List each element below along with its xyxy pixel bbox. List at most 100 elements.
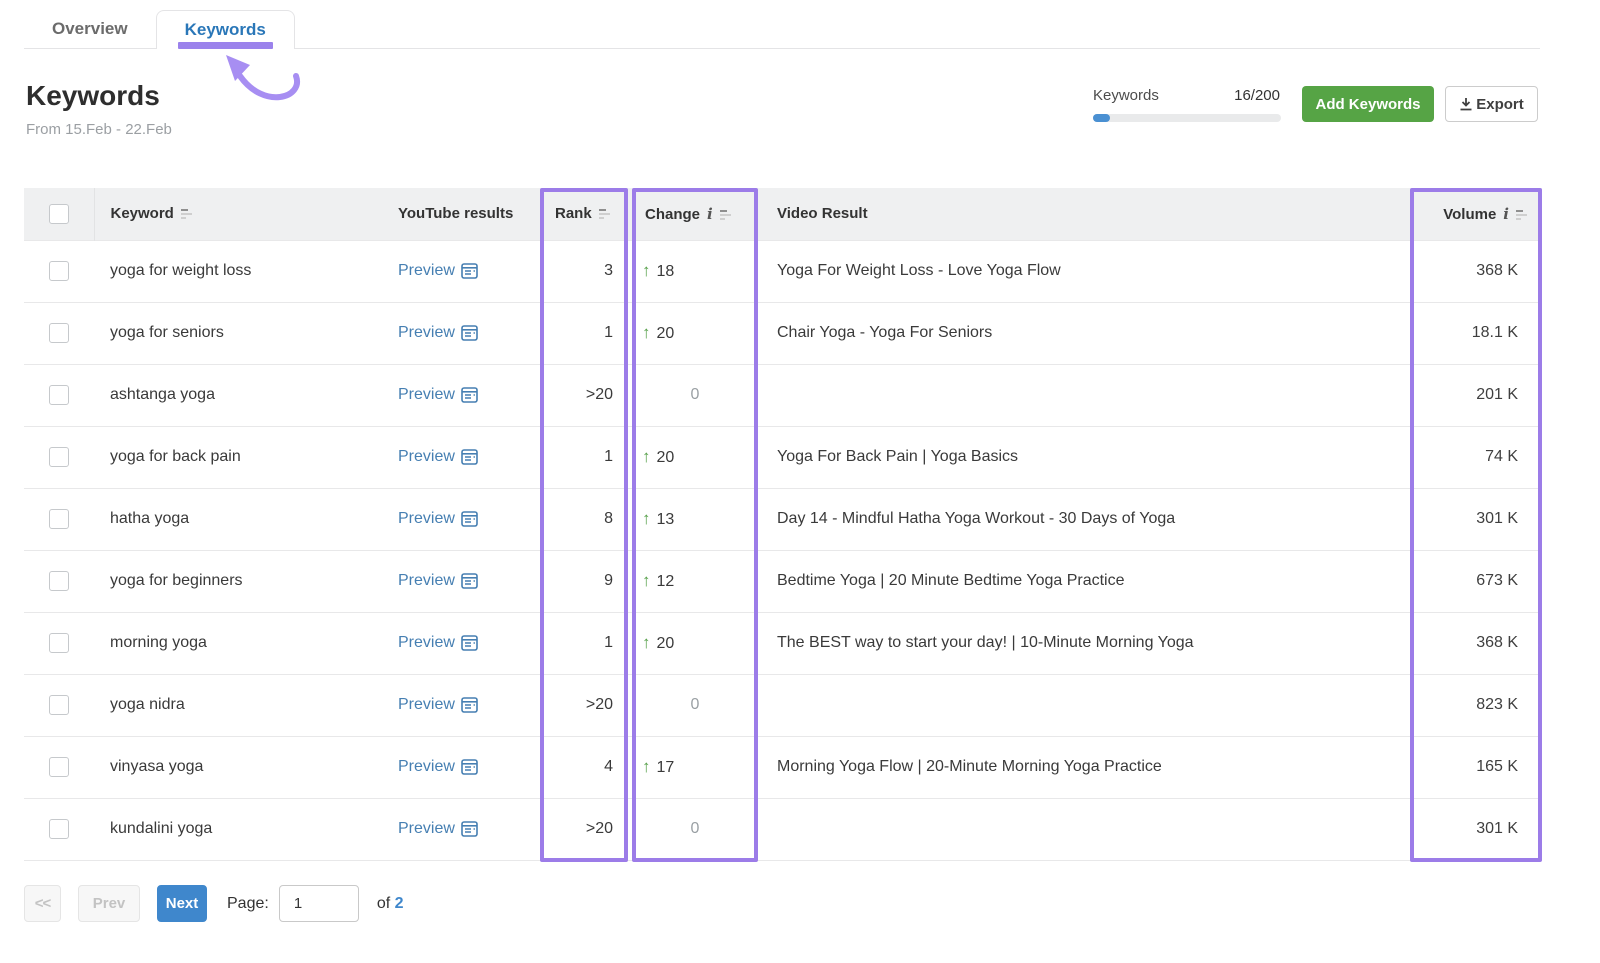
pagination-first-button[interactable]: << <box>24 885 61 922</box>
export-button-label: Export <box>1476 96 1524 113</box>
preview-link[interactable]: Preview <box>398 386 478 404</box>
preview-window-icon <box>461 635 478 651</box>
change-cell: ↑13 <box>629 488 761 550</box>
preview-window-icon <box>461 325 478 341</box>
sort-icon[interactable] <box>719 208 732 220</box>
column-header-rank[interactable]: Rank <box>541 188 629 240</box>
row-checkbox[interactable] <box>49 509 69 529</box>
export-button[interactable]: Export <box>1445 86 1538 122</box>
preview-link[interactable]: Preview <box>398 758 478 776</box>
video-result-cell <box>761 798 1410 860</box>
table-row: yoga for beginners Preview 9 ↑12 Bedtime… <box>24 550 1542 612</box>
volume-cell: 823 K <box>1410 674 1542 736</box>
keyword-cell: yoga for beginners <box>94 550 382 612</box>
table-row: yoga for weight loss Preview 3 ↑18 Yoga … <box>24 240 1542 302</box>
volume-header-label: Volume <box>1443 206 1496 223</box>
preview-window-icon <box>461 573 478 589</box>
rank-up-arrow-icon: ↑ <box>642 571 651 590</box>
video-result-cell <box>761 674 1410 736</box>
preview-window-icon <box>461 759 478 775</box>
pagination-next-button[interactable]: Next <box>157 885 207 922</box>
row-checkbox[interactable] <box>49 819 69 839</box>
preview-link[interactable]: Preview <box>398 262 478 280</box>
preview-link-label: Preview <box>398 758 455 776</box>
rank-up-arrow-icon: ↑ <box>642 323 651 342</box>
page-total: 2 <box>395 895 404 912</box>
preview-link-label: Preview <box>398 262 455 280</box>
rank-cell: 8 <box>541 488 629 550</box>
table-row: ashtanga yoga Preview >20 0 201 K <box>24 364 1542 426</box>
video-result-cell: Day 14 - Mindful Hatha Yoga Workout - 30… <box>761 488 1410 550</box>
change-value: 0 <box>691 696 700 713</box>
change-cell: ↑20 <box>629 612 761 674</box>
info-icon[interactable]: i <box>1503 205 1509 223</box>
row-checkbox[interactable] <box>49 261 69 281</box>
column-header-volume[interactable]: Volumei <box>1410 188 1542 240</box>
row-checkbox[interactable] <box>49 571 69 591</box>
change-cell: ↑20 <box>629 426 761 488</box>
volume-cell: 18.1 K <box>1410 302 1542 364</box>
row-checkbox[interactable] <box>49 385 69 405</box>
preview-link[interactable]: Preview <box>398 324 478 342</box>
table-row: yoga nidra Preview >20 0 823 K <box>24 674 1542 736</box>
sort-icon[interactable] <box>180 207 193 219</box>
preview-window-icon <box>461 511 478 527</box>
preview-link-label: Preview <box>398 448 455 466</box>
keywords-table: Keyword YouTube results Rank Changei Vid… <box>24 188 1542 861</box>
row-checkbox[interactable] <box>49 695 69 715</box>
preview-window-icon <box>461 387 478 403</box>
column-header-keyword[interactable]: Keyword <box>94 188 382 240</box>
preview-window-icon <box>461 821 478 837</box>
volume-cell: 368 K <box>1410 240 1542 302</box>
row-checkbox[interactable] <box>49 323 69 343</box>
keywords-limit-progress-fill <box>1093 114 1110 122</box>
preview-link[interactable]: Preview <box>398 820 478 838</box>
keyword-cell: yoga nidra <box>94 674 382 736</box>
table-row: vinyasa yoga Preview 4 ↑17 Morning Yoga … <box>24 736 1542 798</box>
keywords-limit-count: 16/200 <box>1180 87 1280 104</box>
column-header-change[interactable]: Changei <box>629 188 761 240</box>
preview-link[interactable]: Preview <box>398 448 478 466</box>
page-subtitle: From 15.Feb - 22.Feb <box>26 121 172 138</box>
video-result-cell: Chair Yoga - Yoga For Seniors <box>761 302 1410 364</box>
video-result-cell <box>761 364 1410 426</box>
rank-cell: 9 <box>541 550 629 612</box>
preview-link[interactable]: Preview <box>398 634 478 652</box>
pagination-prev-button[interactable]: Prev <box>78 885 140 922</box>
annotation-arrow-icon <box>218 52 308 110</box>
row-checkbox[interactable] <box>49 633 69 653</box>
rank-cell: 3 <box>541 240 629 302</box>
change-header-label: Change <box>645 206 700 223</box>
preview-link[interactable]: Preview <box>398 696 478 714</box>
rank-cell: >20 <box>541 798 629 860</box>
row-checkbox[interactable] <box>49 447 69 467</box>
change-cell: ↑12 <box>629 550 761 612</box>
tab-bar: Overview Keywords <box>24 10 1540 49</box>
table-body: yoga for weight loss Preview 3 ↑18 Yoga … <box>24 240 1542 860</box>
pagination: << Prev Next Page: of 2 <box>24 885 404 922</box>
table-row: hatha yoga Preview 8 ↑13 Day 14 - Mindfu… <box>24 488 1542 550</box>
keyword-cell: yoga for seniors <box>94 302 382 364</box>
video-result-cell: Yoga For Weight Loss - Love Yoga Flow <box>761 240 1410 302</box>
change-value: 13 <box>657 511 675 528</box>
row-checkbox[interactable] <box>49 757 69 777</box>
video-result-cell: Yoga For Back Pain | Yoga Basics <box>761 426 1410 488</box>
preview-link[interactable]: Preview <box>398 572 478 590</box>
rank-up-arrow-icon: ↑ <box>642 757 651 776</box>
info-icon[interactable]: i <box>707 205 713 223</box>
change-cell: 0 <box>629 364 761 426</box>
tab-overview-label: Overview <box>52 19 128 39</box>
sort-icon[interactable] <box>598 207 611 219</box>
page-title: Keywords <box>26 80 160 112</box>
keyword-header-label: Keyword <box>111 205 174 222</box>
sort-icon[interactable] <box>1515 208 1528 220</box>
tab-overview[interactable]: Overview <box>24 10 156 48</box>
preview-link-label: Preview <box>398 510 455 528</box>
preview-link[interactable]: Preview <box>398 510 478 528</box>
page-number-input[interactable] <box>279 885 359 922</box>
volume-cell: 165 K <box>1410 736 1542 798</box>
add-keywords-button[interactable]: Add Keywords <box>1302 86 1434 122</box>
video-result-cell: Morning Yoga Flow | 20-Minute Morning Yo… <box>761 736 1410 798</box>
tab-keywords[interactable]: Keywords <box>156 10 295 49</box>
select-all-checkbox[interactable] <box>49 204 69 224</box>
